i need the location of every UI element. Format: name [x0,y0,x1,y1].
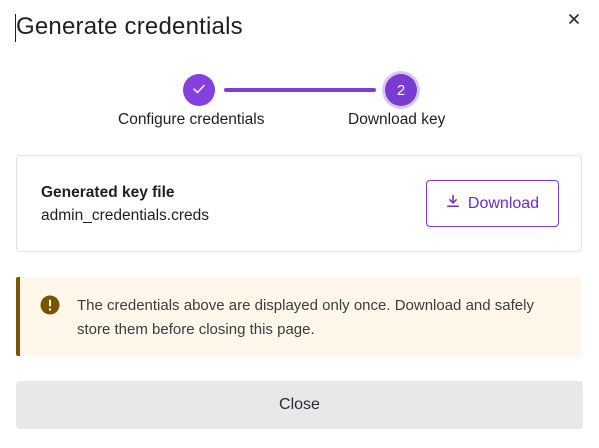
key-file-name: admin_credentials.creds [41,207,210,224]
stepper-connector [224,88,376,92]
exclamation-circle-icon [40,295,60,315]
key-file-title: Generated key file [41,184,175,201]
step-2-number: 2 [396,81,406,99]
download-button[interactable]: Download [426,180,559,227]
download-button-label: Download [467,194,540,212]
close-icon[interactable] [565,10,583,28]
warning-message: The credentials above are displayed only… [77,297,534,338]
step-1-label: Configure credentials [118,111,265,128]
download-icon [446,194,460,213]
close-button[interactable]: Close [16,381,583,429]
generate-credentials-dialog: Generate credentials Configure credentia… [0,0,599,448]
stepper: Configure credentials 2 Download key [0,74,599,134]
step-2-label: Download key [348,111,446,128]
dialog-title: Generate credentials [16,13,243,40]
step-1-indicator [183,74,215,106]
key-file-card: Generated key file admin_credentials.cre… [16,155,582,252]
warning-banner: The credentials above are displayed only… [16,277,582,356]
checkmark-icon [193,81,205,99]
step-2-indicator: 2 [385,74,417,106]
